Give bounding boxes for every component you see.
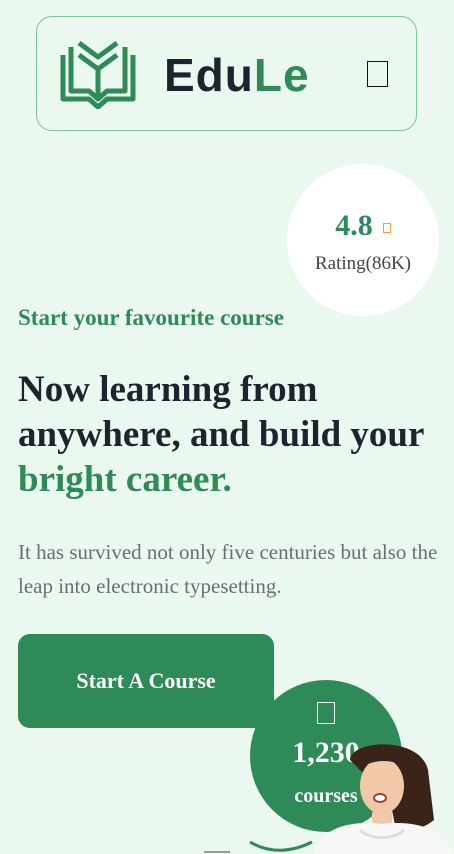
rating-badge: 4.8 Rating(86K)	[287, 164, 439, 316]
site-header: EduLe	[36, 16, 417, 131]
logo-book-icon[interactable]	[59, 41, 137, 109]
hero-eyebrow: Start your favourite course	[18, 305, 284, 330]
logo-text-edu: Edu	[164, 49, 254, 101]
rating-label: Rating(86K)	[314, 253, 412, 274]
hero-headline: Now learning from anywhere, and build yo…	[18, 367, 448, 502]
hero-description: It has survived not only five centuries …	[18, 540, 438, 598]
headline-highlight: bright career.	[18, 459, 232, 500]
headline-line-1: Now learning from	[18, 369, 318, 410]
start-course-button[interactable]: Start A Course	[18, 634, 274, 728]
rating-value: 4.8	[335, 209, 373, 242]
student-photo	[314, 744, 454, 854]
star-icon	[382, 223, 391, 234]
rating-value-row: 4.8	[287, 208, 439, 244]
menu-toggle-icon[interactable]	[367, 61, 388, 87]
headline-line-2: anywhere, and build your	[18, 414, 425, 455]
logo-text[interactable]: EduLe	[164, 47, 310, 103]
decorative-swoosh	[204, 840, 313, 853]
logo-text-le: Le	[253, 49, 310, 101]
book-icon	[317, 702, 335, 724]
